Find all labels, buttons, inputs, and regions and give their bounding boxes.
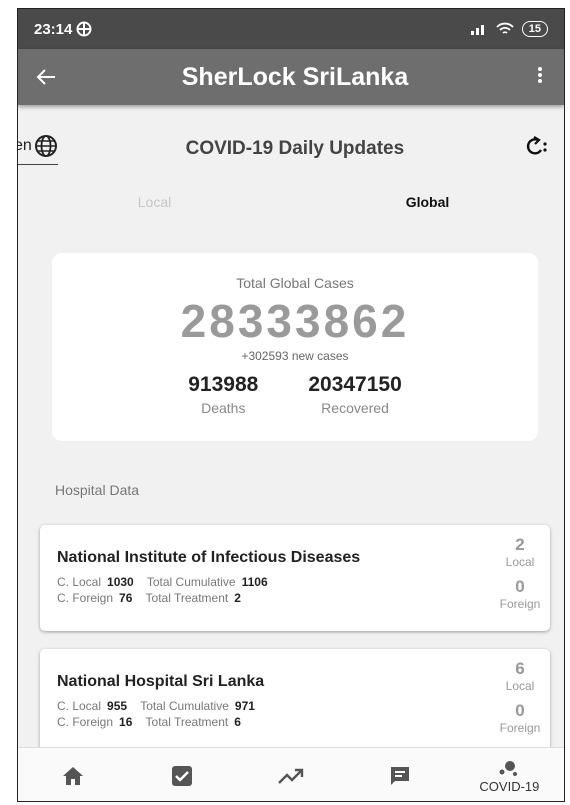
app-bar: SherLock SriLanka — [18, 49, 564, 105]
virus-icon — [499, 760, 518, 776]
nav-home[interactable] — [18, 765, 127, 787]
check-box-icon — [171, 766, 192, 786]
status-time-group: 23:14 — [34, 21, 92, 38]
wifi-icon — [496, 22, 514, 34]
battery-icon: 15 — [521, 21, 548, 37]
global-stats: 913988 Deaths 20347150 Recovered — [52, 373, 538, 416]
language-selector[interactable]: en — [18, 134, 58, 165]
c-local-label: C. Local — [57, 699, 102, 713]
c-local-value: 1030 — [107, 575, 134, 589]
total-cumulative-label: Total Cumulative — [146, 575, 236, 589]
status-time: 23:14 — [34, 20, 73, 38]
hospital-card[interactable]: National Hospital Sri Lanka C. Local 955 … — [40, 649, 550, 755]
more-vert-icon — [538, 67, 542, 83]
hospital-data-heading: Hospital Data — [55, 482, 140, 498]
c-foreign-label: C. Foreign — [57, 715, 114, 729]
refresh-icon — [526, 135, 547, 155]
global-cases-card: Total Global Cases 28333862 +302593 new … — [52, 253, 538, 441]
foreign-count: 0 — [515, 577, 525, 596]
local-count-label: Local — [505, 679, 535, 693]
recovered-value: 20347150 — [308, 373, 402, 396]
app-title: SherLock SriLanka — [181, 62, 409, 91]
foreign-count-label: Foreign — [499, 721, 541, 735]
overflow-menu-button[interactable] — [516, 64, 564, 90]
recovered-label: Recovered — [321, 400, 389, 416]
hospital-stats-row: C. Local 955 Total Cumulative 971 — [57, 699, 265, 713]
hospital-card[interactable]: National Institute of Infectious Disease… — [40, 525, 550, 631]
nav-trends[interactable] — [236, 767, 345, 785]
recovered-stat: 20347150 Recovered — [308, 373, 401, 416]
bottom-navigation: COVID-19 — [18, 747, 564, 801]
app-screen: 23:14 15 SherLock SriLanka en COVID-19 D… — [17, 8, 565, 802]
total-cases-label: Total Global Cases — [236, 275, 354, 291]
signal-icon — [470, 25, 484, 35]
tab-global[interactable]: Global — [291, 187, 564, 217]
chat-icon — [391, 767, 410, 785]
c-foreign-value: 16 — [119, 715, 133, 729]
trending-up-icon — [278, 768, 304, 784]
status-right: 15 — [470, 21, 548, 37]
c-local-value: 955 — [107, 699, 128, 713]
c-foreign-value: 76 — [119, 591, 133, 605]
total-cumulative-label: Total Cumulative — [140, 699, 229, 713]
foreign-count-label: Foreign — [499, 597, 541, 611]
deaths-value: 913988 — [188, 373, 259, 396]
total-cumulative-value: 971 — [234, 699, 255, 713]
hospital-stats-row: C. Foreign 16 Total Treatment 6 — [57, 715, 251, 729]
hospital-counts: 6 Local 0 Foreign — [490, 659, 550, 743]
local-count-label: Local — [505, 555, 535, 569]
total-treatment-label: Total Treatment — [145, 591, 229, 605]
new-cases-text: +302593 new cases — [241, 349, 349, 363]
updates-header: en COVID-19 Daily Updates — [18, 127, 564, 171]
foreign-count: 0 — [515, 701, 525, 720]
total-treatment-value: 2 — [234, 591, 241, 605]
total-cases-value: 28333862 — [180, 295, 410, 347]
language-code: en — [18, 136, 32, 154]
hospital-stats-row: C. Local 1030 Total Cumulative 1106 — [57, 575, 278, 589]
total-treatment-value: 6 — [234, 715, 241, 729]
hospital-stats-row: C. Foreign 76 Total Treatment 2 — [57, 591, 251, 605]
c-local-label: C. Local — [57, 575, 102, 589]
nav-messages[interactable] — [346, 765, 455, 787]
hospital-name: National Hospital Sri Lanka — [57, 673, 265, 690]
region-tabs: Local Global — [18, 187, 564, 217]
nav-covid-label: COVID-19 — [479, 778, 540, 794]
total-cumulative-value: 1106 — [241, 575, 268, 589]
deaths-label: Deaths — [201, 400, 246, 416]
arrow-left-icon — [36, 68, 55, 85]
hospital-name: National Institute of Infectious Disease… — [57, 549, 361, 566]
c-foreign-label: C. Foreign — [57, 591, 114, 605]
refresh-button[interactable] — [518, 135, 554, 163]
hospital-counts: 2 Local 0 Foreign — [490, 535, 550, 619]
local-count: 6 — [515, 659, 525, 678]
nav-covid[interactable]: COVID-19 — [455, 759, 564, 794]
tab-local[interactable]: Local — [18, 187, 291, 217]
hotspot-icon — [76, 21, 92, 37]
total-treatment-label: Total Treatment — [145, 715, 229, 729]
home-icon — [62, 767, 83, 785]
status-bar: 23:14 15 — [18, 9, 564, 49]
nav-tasks[interactable] — [127, 765, 236, 787]
back-button[interactable] — [18, 62, 74, 93]
deaths-stat: 913988 Deaths — [188, 373, 258, 416]
daily-updates-heading: COVID-19 Daily Updates — [185, 138, 405, 159]
globe-icon — [34, 134, 57, 157]
local-count: 2 — [515, 535, 525, 554]
